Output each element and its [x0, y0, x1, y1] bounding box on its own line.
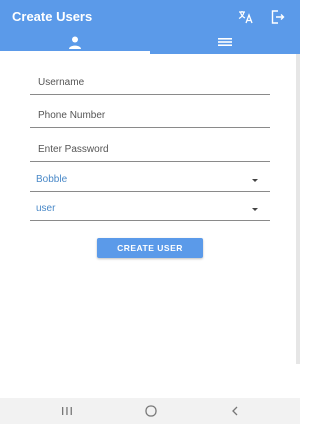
organization-select-value: Bobble — [36, 174, 68, 185]
dropdown-caret-icon — [252, 179, 258, 182]
person-icon — [69, 36, 81, 49]
role-select-value: user — [36, 203, 56, 214]
username-input[interactable] — [30, 72, 268, 92]
phone-field — [30, 105, 270, 128]
translate-icon[interactable] — [236, 7, 256, 27]
app-bar: Create Users — [0, 0, 300, 54]
organization-select[interactable]: Bobble — [30, 169, 270, 192]
list-icon — [218, 38, 232, 46]
dropdown-caret-icon — [252, 208, 258, 211]
create-user-button[interactable]: CREATE USER — [97, 238, 203, 258]
create-user-form: Bobble user — [0, 54, 300, 364]
recent-apps-icon[interactable] — [57, 402, 77, 420]
password-input[interactable] — [30, 139, 268, 159]
username-field — [30, 72, 270, 95]
phone-input[interactable] — [30, 105, 268, 125]
app-title: Create Users — [12, 9, 93, 24]
logout-icon[interactable] — [268, 7, 288, 27]
tab-bar — [0, 30, 300, 54]
tab-user[interactable] — [0, 30, 150, 54]
tab-list[interactable] — [150, 30, 300, 54]
role-select[interactable]: user — [30, 198, 270, 221]
back-icon[interactable] — [225, 402, 245, 420]
password-field — [30, 139, 270, 162]
system-nav-bar — [0, 398, 300, 424]
home-icon[interactable] — [141, 402, 161, 420]
